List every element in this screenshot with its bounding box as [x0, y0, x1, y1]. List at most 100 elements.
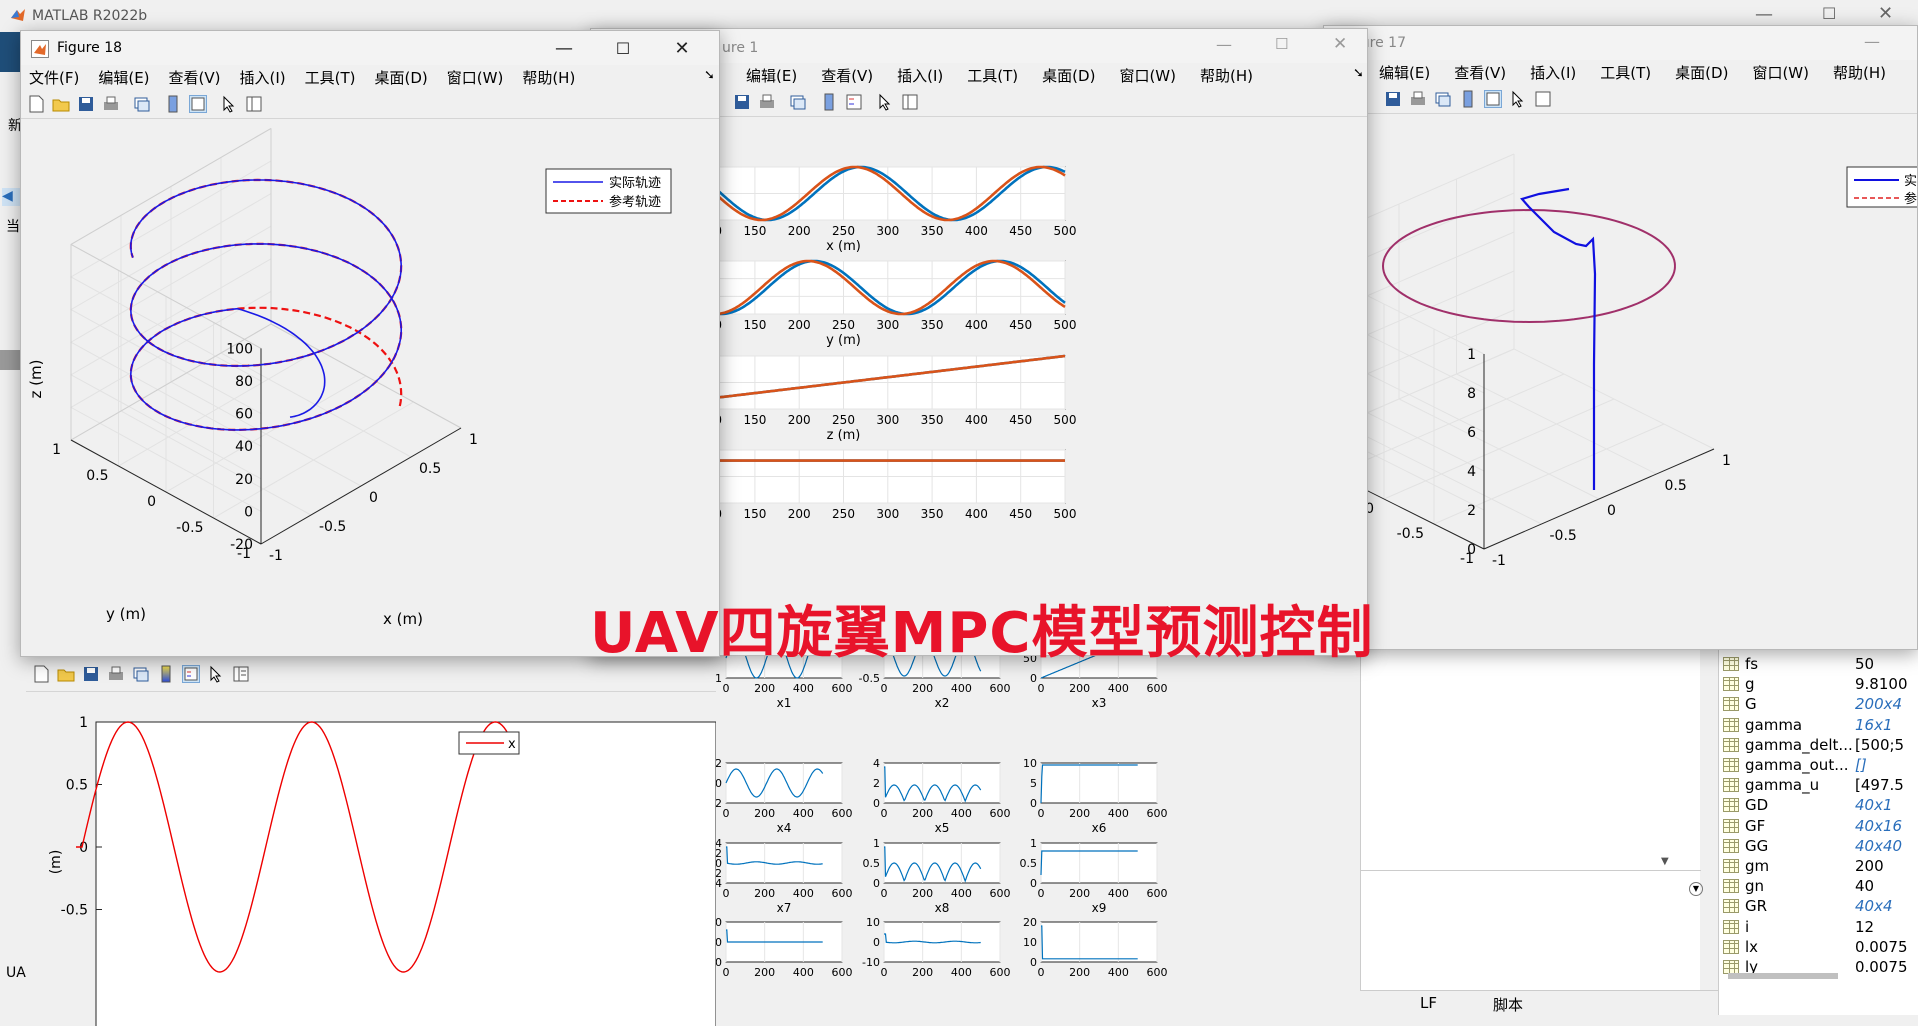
save-icon[interactable]	[733, 93, 751, 111]
property-editor-icon[interactable]	[901, 93, 919, 111]
workspace-scrollbar[interactable]	[1728, 973, 1838, 979]
workspace-row[interactable]: gamma_u [497.5	[1719, 775, 1918, 795]
property-editor-icon[interactable]	[232, 665, 250, 683]
menu-item[interactable]: 插入(I)	[1530, 62, 1576, 83]
workspace-var-value: 40x4	[1855, 897, 1893, 916]
workspace-row[interactable]: gm 200	[1719, 856, 1918, 876]
figure-1-minimize-button[interactable]: —	[1216, 35, 1232, 54]
menu-item[interactable]: 帮助(H)	[1833, 62, 1886, 83]
workspace-row[interactable]: G 200x4	[1719, 694, 1918, 714]
colorbar-icon[interactable]	[1459, 90, 1477, 108]
figure-18-menu-overflow-icon[interactable]: ➘	[704, 68, 715, 83]
menu-item[interactable]: 桌面(D)	[1042, 65, 1095, 86]
menu-item[interactable]: 查看(V)	[1454, 62, 1506, 83]
menu-item[interactable]: 工具(T)	[967, 65, 1018, 86]
link-plot-icon[interactable]	[789, 93, 807, 111]
menu-item[interactable]: 文件(F)	[29, 67, 79, 88]
variable-icon	[1723, 939, 1739, 954]
open-folder-icon[interactable]	[57, 665, 75, 683]
workspace-row[interactable]: i 12	[1719, 917, 1918, 937]
menu-item[interactable]: 编辑(E)	[98, 67, 149, 88]
workspace-row[interactable]: g 9.8100	[1719, 674, 1918, 694]
colorbar-icon[interactable]	[164, 95, 182, 113]
x-tick-label: 400	[951, 807, 972, 820]
legend-icon[interactable]	[845, 93, 863, 111]
figure-x-legend[interactable]: x	[458, 731, 520, 755]
workspace-row[interactable]: fs 50	[1719, 654, 1918, 674]
menu-item[interactable]: 帮助(H)	[1200, 65, 1253, 86]
menu-item[interactable]: 编辑(E)	[1379, 62, 1430, 83]
menu-item[interactable]: 插入(I)	[240, 67, 286, 88]
menu-item[interactable]: 查看(V)	[821, 65, 873, 86]
figure-17-legend[interactable]: 实 参	[1846, 166, 1918, 208]
print-icon[interactable]	[107, 665, 125, 683]
menu-item[interactable]: 窗口(W)	[447, 67, 504, 88]
new-file-icon[interactable]	[32, 665, 50, 683]
x-tick-label: 300	[876, 413, 899, 427]
workspace-row[interactable]: gamma_delt... [500;5	[1719, 735, 1918, 755]
figure-1-maximize-button[interactable]: ☐	[1275, 35, 1288, 53]
menu-item[interactable]: 编辑(E)	[746, 65, 797, 86]
menu-item[interactable]: 桌面(D)	[1675, 62, 1728, 83]
menu-item[interactable]: 窗口(W)	[1119, 65, 1176, 86]
link-plot-icon[interactable]	[133, 95, 151, 113]
y-tick-label: 0	[147, 494, 156, 510]
x-tick-label: 300	[876, 507, 899, 521]
save-icon[interactable]	[77, 95, 95, 113]
save-icon[interactable]	[82, 665, 100, 683]
back-arrow-icon[interactable]: ◀	[2, 188, 22, 206]
y-tick-label: 4	[873, 757, 880, 770]
matlab-close-button[interactable]: ✕	[1878, 3, 1893, 24]
figure-1-close-button[interactable]: ✕	[1333, 34, 1347, 54]
pointer-icon[interactable]	[207, 665, 225, 683]
figure-18-legend[interactable]: 实际轨迹 参考轨迹	[545, 168, 672, 214]
print-icon[interactable]	[102, 95, 120, 113]
print-icon[interactable]	[1409, 90, 1427, 108]
figure-18-minimize-button[interactable]: —	[535, 31, 593, 65]
new-file-icon[interactable]	[27, 95, 45, 113]
link-plot-icon[interactable]	[1434, 90, 1452, 108]
figure-18-title: Figure 18	[57, 40, 123, 56]
figure-17-reference-circle	[1381, 208, 1676, 324]
colorbar-icon[interactable]	[157, 665, 175, 683]
workspace-row[interactable]: GD 40x1	[1719, 795, 1918, 815]
pointer-icon[interactable]	[220, 95, 238, 113]
menu-item[interactable]: 工具(T)	[305, 67, 356, 88]
matlab-maximize-button[interactable]: ☐	[1822, 4, 1836, 23]
grid9-axes	[1040, 762, 1158, 804]
save-icon[interactable]	[1384, 90, 1402, 108]
legend-icon[interactable]	[182, 664, 200, 683]
link-plot-icon[interactable]	[132, 665, 150, 683]
menu-item[interactable]: 窗口(W)	[1752, 62, 1809, 83]
menu-item[interactable]: 帮助(H)	[522, 67, 575, 88]
command-dropdown-icon[interactable]: ▼	[1689, 882, 1703, 896]
legend-icon[interactable]	[1484, 89, 1502, 108]
matlab-minimize-button[interactable]: —	[1755, 4, 1773, 25]
property-editor-icon[interactable]	[1534, 90, 1552, 108]
menu-item[interactable]: 插入(I)	[897, 65, 943, 86]
property-editor-icon[interactable]	[245, 95, 263, 113]
workspace-row[interactable]: gamma 16x1	[1719, 715, 1918, 735]
open-folder-icon[interactable]	[52, 95, 70, 113]
figure-1-menu-overflow-icon[interactable]: ➘	[1353, 66, 1364, 81]
figure-x-plot: 10.50-0.5 (m) x	[26, 692, 716, 1026]
pointer-icon[interactable]	[1509, 90, 1527, 108]
menu-item[interactable]: 工具(T)	[1600, 62, 1651, 83]
workspace-row[interactable]: GR 40x4	[1719, 896, 1918, 916]
figure-17-minimize-button[interactable]: —	[1864, 32, 1880, 51]
menu-item[interactable]: 查看(V)	[169, 67, 221, 88]
pointer-icon[interactable]	[876, 93, 894, 111]
workspace-row[interactable]: lx 0.0075	[1719, 937, 1918, 957]
figure-18-maximize-button[interactable]: ☐	[594, 31, 652, 65]
colorbar-icon[interactable]	[820, 93, 838, 111]
workspace-row[interactable]: gamma_out... []	[1719, 755, 1918, 775]
figure-18-close-button[interactable]: ✕	[653, 31, 711, 65]
legend-icon[interactable]	[189, 94, 207, 113]
workspace-row[interactable]: GF 40x16	[1719, 816, 1918, 836]
print-icon[interactable]	[758, 93, 776, 111]
workspace-row[interactable]: gn 40	[1719, 876, 1918, 896]
menu-item[interactable]: 桌面(D)	[375, 67, 428, 88]
command-scroll-down-icon[interactable]: ▼	[1661, 856, 1669, 867]
workspace-row[interactable]: GG 40x40	[1719, 836, 1918, 856]
y-tick-label: -0.5	[1397, 526, 1424, 542]
